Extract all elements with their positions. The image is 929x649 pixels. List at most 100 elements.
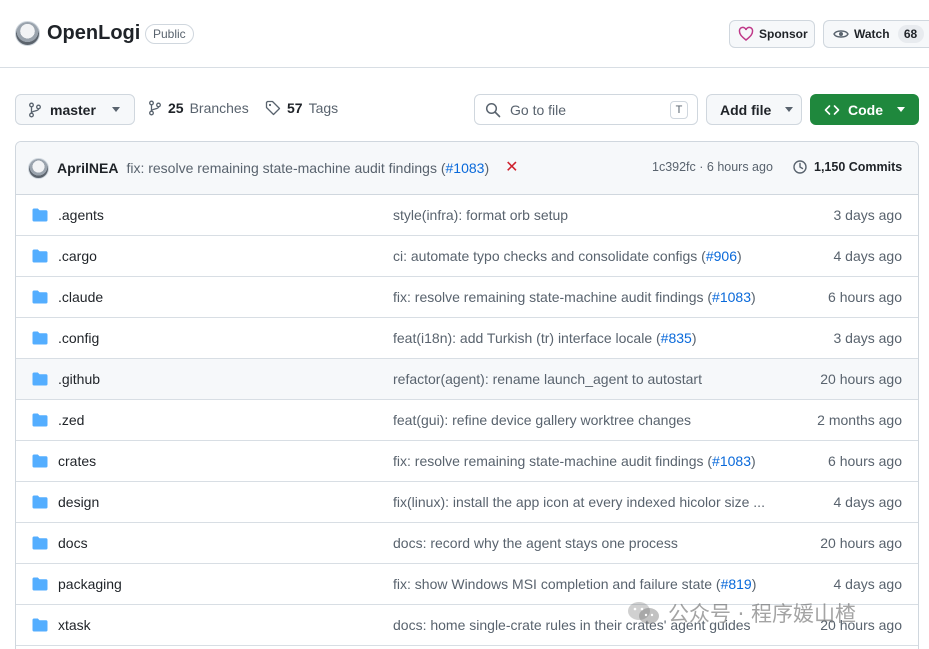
code-icon <box>824 104 840 115</box>
file-commit-message[interactable]: fix(linux): install the app icon at ever… <box>393 494 783 510</box>
file-commit-message[interactable]: feat(gui): refine device gallery worktre… <box>393 412 783 428</box>
branches-count: 25 <box>168 100 184 116</box>
file-row[interactable]: .cargo ci: automate typo checks and conso… <box>16 236 918 277</box>
file-commit-tail: ) <box>750 289 756 305</box>
file-name-link[interactable]: .github <box>58 371 100 387</box>
file-commit-pr-link[interactable]: #1083 <box>712 289 751 305</box>
file-name-link[interactable]: .cargo <box>58 248 97 264</box>
file-commit-message[interactable]: ci: automate typo checks and consolidate… <box>393 248 783 264</box>
folder-icon <box>32 208 48 225</box>
tags-link[interactable]: 57 Tags <box>265 100 338 116</box>
file-row[interactable]: .claude fix: resolve remaining state-mach… <box>16 277 918 318</box>
commits-history-link[interactable]: 1,150 Commits <box>792 159 902 175</box>
file-commit-tail: ) <box>691 330 697 346</box>
file-commit-pr-link[interactable]: #1083 <box>712 453 751 469</box>
file-commit-age: 4 days ago <box>833 248 903 264</box>
file-commit-message[interactable]: docs: record why the agent stays one pro… <box>393 535 783 551</box>
file-commit-age: 4 days ago <box>833 576 903 592</box>
file-row[interactable]: crates fix: resolve remaining state-machi… <box>16 441 918 482</box>
tags-count: 57 <box>287 100 303 116</box>
branch-selector[interactable]: master <box>15 94 135 125</box>
file-name-link[interactable]: packaging <box>58 576 122 592</box>
heart-icon <box>738 26 754 41</box>
file-name-link[interactable]: design <box>58 494 99 510</box>
commit-author-link[interactable]: AprilNEA <box>57 160 118 176</box>
file-commit-pr-link[interactable]: #819 <box>721 576 752 592</box>
file-commit-message[interactable]: refactor(agent): rename launch_agent to … <box>393 371 783 387</box>
file-commit-age: 2 months ago <box>817 412 902 428</box>
commits-count: 1,150 Commits <box>814 160 903 174</box>
folder-icon <box>32 372 48 389</box>
code-button[interactable]: Code <box>810 94 919 125</box>
branches-link[interactable]: 25 Branches <box>148 100 249 116</box>
file-commit-message[interactable]: feat(i18n): add Turkish (tr) interface l… <box>393 330 783 346</box>
chevron-down-icon <box>785 107 794 112</box>
file-name-link[interactable]: crates <box>58 453 96 469</box>
file-commit-text: fix(linux): install the app icon at ever… <box>393 494 765 510</box>
sponsor-button[interactable]: Sponsor <box>729 20 815 48</box>
file-commit-message[interactable]: fix: show Windows MSI completion and fai… <box>393 576 783 592</box>
file-commit-message[interactable]: fix: resolve remaining state-machine aud… <box>393 453 783 469</box>
go-to-file-input[interactable]: Go to file T <box>474 94 698 125</box>
file-commit-pr-link[interactable]: #835 <box>661 330 692 346</box>
file-row[interactable]: .zed feat(gui): refine device gallery wor… <box>16 400 918 441</box>
file-table: AprilNEA fix: resolve remaining state-ma… <box>15 141 919 649</box>
shortcut-key: T <box>670 100 688 119</box>
folder-icon <box>32 290 48 307</box>
go-to-file-placeholder: Go to file <box>510 101 567 118</box>
file-row[interactable]: docs docs: record why the agent stays one… <box>16 523 918 564</box>
file-commit-text: fix: resolve remaining state-machine aud… <box>393 453 713 469</box>
file-name-link[interactable]: .zed <box>58 412 84 428</box>
visibility-badge: Public <box>145 24 194 44</box>
eye-icon <box>833 30 849 38</box>
chevron-down-icon <box>897 107 905 112</box>
file-row[interactable]: design fix(linux): install the app icon a… <box>16 482 918 523</box>
file-commit-age: 3 days ago <box>833 330 903 346</box>
file-commit-text: style(infra): format orb setup <box>393 207 569 223</box>
file-list: .agents style(infra): format orb setup 3 d… <box>16 195 918 646</box>
file-commit-age: 6 hours ago <box>828 453 902 469</box>
file-commit-text: feat(gui): refine device gallery worktre… <box>393 412 692 428</box>
file-commit-age: 20 hours ago <box>820 535 902 551</box>
folder-icon <box>32 495 48 512</box>
file-commit-text: docs: record why the agent stays one pro… <box>393 535 678 551</box>
file-commit-message[interactable]: style(infra): format orb setup <box>393 207 783 223</box>
watermark-text: 公众号 · 程序媛山楂 <box>668 602 857 626</box>
commit-hash-age[interactable]: 1c392fc · 6 hours ago <box>652 160 773 174</box>
file-commit-tail: ) <box>751 576 757 592</box>
add-file-button[interactable]: Add file <box>706 94 802 125</box>
branch-icon <box>149 100 161 116</box>
commit-pr-link[interactable]: #1083 <box>446 160 485 176</box>
file-commit-age: 4 days ago <box>833 494 903 510</box>
repo-header: OpenLogi Public Sponsor Watch 68 <box>0 0 929 68</box>
file-name-link[interactable]: .config <box>58 330 99 346</box>
code-label: Code <box>848 101 883 118</box>
file-commit-age: 6 hours ago <box>828 289 902 305</box>
add-file-label: Add file <box>720 101 772 118</box>
folder-icon <box>32 249 48 266</box>
file-row[interactable]: .config feat(i18n): add Turkish (tr) inte… <box>16 318 918 359</box>
folder-icon <box>32 454 48 471</box>
file-name-link[interactable]: xtask <box>58 617 91 633</box>
branch-icon <box>29 102 41 117</box>
author-avatar[interactable] <box>28 157 49 179</box>
file-commit-text: fix: resolve remaining state-machine aud… <box>393 289 713 305</box>
owner-avatar[interactable] <box>15 21 40 46</box>
file-commit-pr-link[interactable]: #906 <box>706 248 737 264</box>
repo-name-link[interactable]: OpenLogi <box>47 20 140 46</box>
file-row[interactable]: .agents style(infra): format orb setup 3 d… <box>16 195 918 236</box>
check-failed-icon[interactable]: ✕ <box>505 160 518 176</box>
file-name-link[interactable]: .claude <box>58 289 103 305</box>
commit-message[interactable]: fix: resolve remaining state-machine aud… <box>126 160 489 176</box>
file-row[interactable]: .github refactor(agent): rename launch_ag… <box>16 359 918 400</box>
file-commit-message[interactable]: fix: resolve remaining state-machine aud… <box>393 289 783 305</box>
watermark: 公众号 · 程序媛山楂 <box>626 598 856 628</box>
file-commit-age: 20 hours ago <box>820 371 902 387</box>
tag-icon <box>265 100 281 116</box>
file-commit-text: ci: automate typo checks and consolidate… <box>393 248 706 264</box>
file-commit-text: fix: show Windows MSI completion and fai… <box>393 576 721 592</box>
file-name-link[interactable]: .agents <box>58 207 104 223</box>
watch-button[interactable]: Watch 68 <box>823 20 929 48</box>
file-name-link[interactable]: docs <box>58 535 88 551</box>
wechat-icon <box>628 602 659 624</box>
